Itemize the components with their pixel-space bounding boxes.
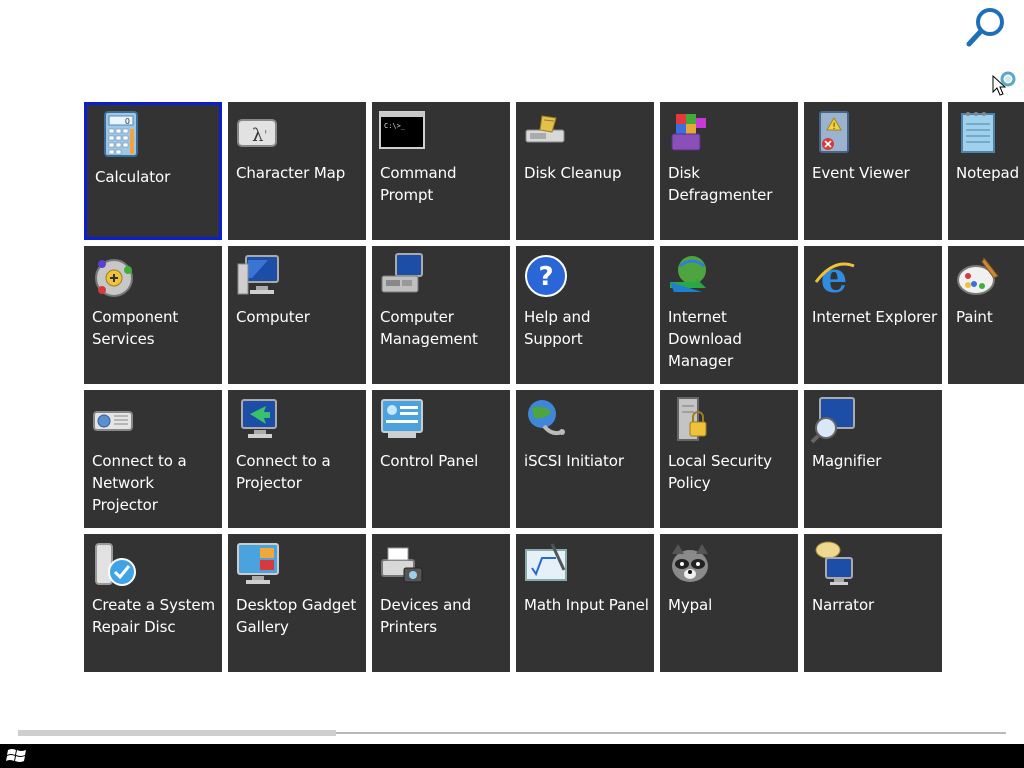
app-tile-label: Control Panel [380, 452, 479, 470]
help-icon: ? [522, 252, 570, 300]
app-tile-devices-printers[interactable]: Devices and Printers [372, 534, 510, 672]
computer-management-icon [378, 252, 426, 300]
app-tile-label: Character Map [236, 164, 346, 182]
app-tile-label: Math Input Panel [524, 596, 649, 614]
gadget-gallery-icon [234, 540, 282, 588]
app-tile-calculator[interactable]: 0 Calculator [84, 102, 222, 240]
app-tile-label: Command Prompt [380, 164, 457, 204]
app-tile-label: Computer [236, 308, 310, 326]
computer-icon [234, 252, 282, 300]
disk-cleanup-icon [522, 108, 570, 156]
iscsi-initiator-icon [522, 396, 570, 444]
app-tile-label: Local Security Policy [668, 452, 772, 492]
app-tile-label: Connect to a Network Projector [92, 452, 187, 514]
start-button[interactable] [6, 747, 28, 765]
app-tile-label: Magnifier [812, 452, 882, 470]
component-services-icon [90, 252, 138, 300]
app-tile-label: Disk Defragmenter [668, 164, 773, 204]
app-tile-iscsi-initiator[interactable]: iSCSI Initiator [516, 390, 654, 528]
svg-text:!: ! [832, 122, 836, 132]
command-prompt-icon: C:\>_ [378, 108, 426, 156]
app-tile-download-manager[interactable]: Internet Download Manager [660, 246, 798, 384]
app-tile-label: Internet Explorer [812, 308, 938, 326]
control-panel-icon [378, 396, 426, 444]
app-tile-label: Devices and Printers [380, 596, 472, 636]
app-tile-internet-explorer[interactable]: e Internet Explorer [804, 246, 942, 384]
app-tile-disk-defragmenter[interactable]: Disk Defragmenter [660, 102, 798, 240]
app-tile-label: iSCSI Initiator [524, 452, 624, 470]
paint-icon [954, 252, 1002, 300]
start-screen: 0 Calculator λ ' Character Map C:\>_ Command P… [0, 0, 1024, 768]
app-tile-label: Calculator [95, 168, 171, 186]
svg-text:0: 0 [125, 117, 130, 126]
app-tile-security-policy[interactable]: Local Security Policy [660, 390, 798, 528]
network-projector-icon [90, 396, 138, 444]
app-tile-label: Mypal [668, 596, 713, 614]
app-tile-label: Notepad [956, 164, 1020, 182]
math-input-icon [522, 540, 570, 588]
app-tile-computer[interactable]: Computer [228, 246, 366, 384]
svg-text:e: e [821, 253, 848, 300]
search-icon [966, 8, 1004, 47]
app-tile-control-panel[interactable]: Control Panel [372, 390, 510, 528]
app-tile-label: Paint [956, 308, 993, 326]
app-tile-component-services[interactable]: Component Services [84, 246, 222, 384]
app-tile-event-viewer[interactable]: ! Event Viewer [804, 102, 942, 240]
character-map-icon: λ ' [234, 108, 282, 156]
app-tile-label: Internet Download Manager [668, 308, 742, 370]
app-tile-disk-cleanup[interactable]: Disk Cleanup [516, 102, 654, 240]
svg-text:λ: λ [252, 125, 263, 146]
svg-text:?: ? [538, 262, 553, 292]
app-tile-command-prompt[interactable]: C:\>_ Command Prompt [372, 102, 510, 240]
horizontal-scrollbar-thumb[interactable] [18, 730, 336, 736]
app-tile-label: Help and Support [524, 308, 591, 348]
busy-pointer-icon [990, 70, 1020, 100]
app-tile-paint[interactable]: Paint [948, 246, 1024, 384]
app-tile-label: Connect to a Projector [236, 452, 331, 492]
disk-defragmenter-icon [666, 108, 714, 156]
repair-disc-icon [90, 540, 138, 588]
taskbar [0, 744, 1024, 768]
narrator-icon [810, 540, 858, 588]
internet-explorer-icon: e [810, 252, 858, 300]
calculator-icon: 0 [97, 110, 145, 158]
app-tile-label: Desktop Gadget Gallery [236, 596, 357, 636]
projector-icon [234, 396, 282, 444]
app-tile-help[interactable]: ? Help and Support [516, 246, 654, 384]
app-tile-grid: 0 Calculator λ ' Character Map C:\>_ Command P… [84, 102, 1024, 672]
app-tile-computer-management[interactable]: Computer Management [372, 246, 510, 384]
app-tile-label: Narrator [812, 596, 875, 614]
app-tile-label: Event Viewer [812, 164, 910, 182]
app-tile-notepad[interactable]: Notepad [948, 102, 1024, 240]
svg-text:': ' [264, 128, 267, 142]
app-tile-character-map[interactable]: λ ' Character Map [228, 102, 366, 240]
magnifier-icon [810, 396, 858, 444]
app-tile-gadget-gallery[interactable]: Desktop Gadget Gallery [228, 534, 366, 672]
security-policy-icon [666, 396, 714, 444]
app-tile-repair-disc[interactable]: Create a System Repair Disc [84, 534, 222, 672]
download-manager-icon [666, 252, 714, 300]
app-tile-mypal[interactable]: Mypal [660, 534, 798, 672]
app-tile-label: Disk Cleanup [524, 164, 622, 182]
app-tile-math-input[interactable]: Math Input Panel [516, 534, 654, 672]
windows-logo-icon [6, 749, 26, 762]
app-tile-label: Create a System Repair Disc [92, 596, 216, 636]
app-tile-narrator[interactable]: Narrator [804, 534, 942, 672]
app-tile-projector[interactable]: Connect to a Projector [228, 390, 366, 528]
app-tile-magnifier[interactable]: Magnifier [804, 390, 942, 528]
event-viewer-icon: ! [810, 108, 858, 156]
app-tile-label: Component Services [92, 308, 179, 348]
svg-text:C:\>_: C:\>_ [384, 122, 406, 130]
mypal-icon [666, 540, 714, 588]
app-tile-network-projector[interactable]: Connect to a Network Projector [84, 390, 222, 528]
app-tile-label: Computer Management [380, 308, 478, 348]
devices-printers-icon [378, 540, 426, 588]
notepad-icon [954, 108, 1002, 156]
search-button[interactable] [962, 4, 1010, 52]
